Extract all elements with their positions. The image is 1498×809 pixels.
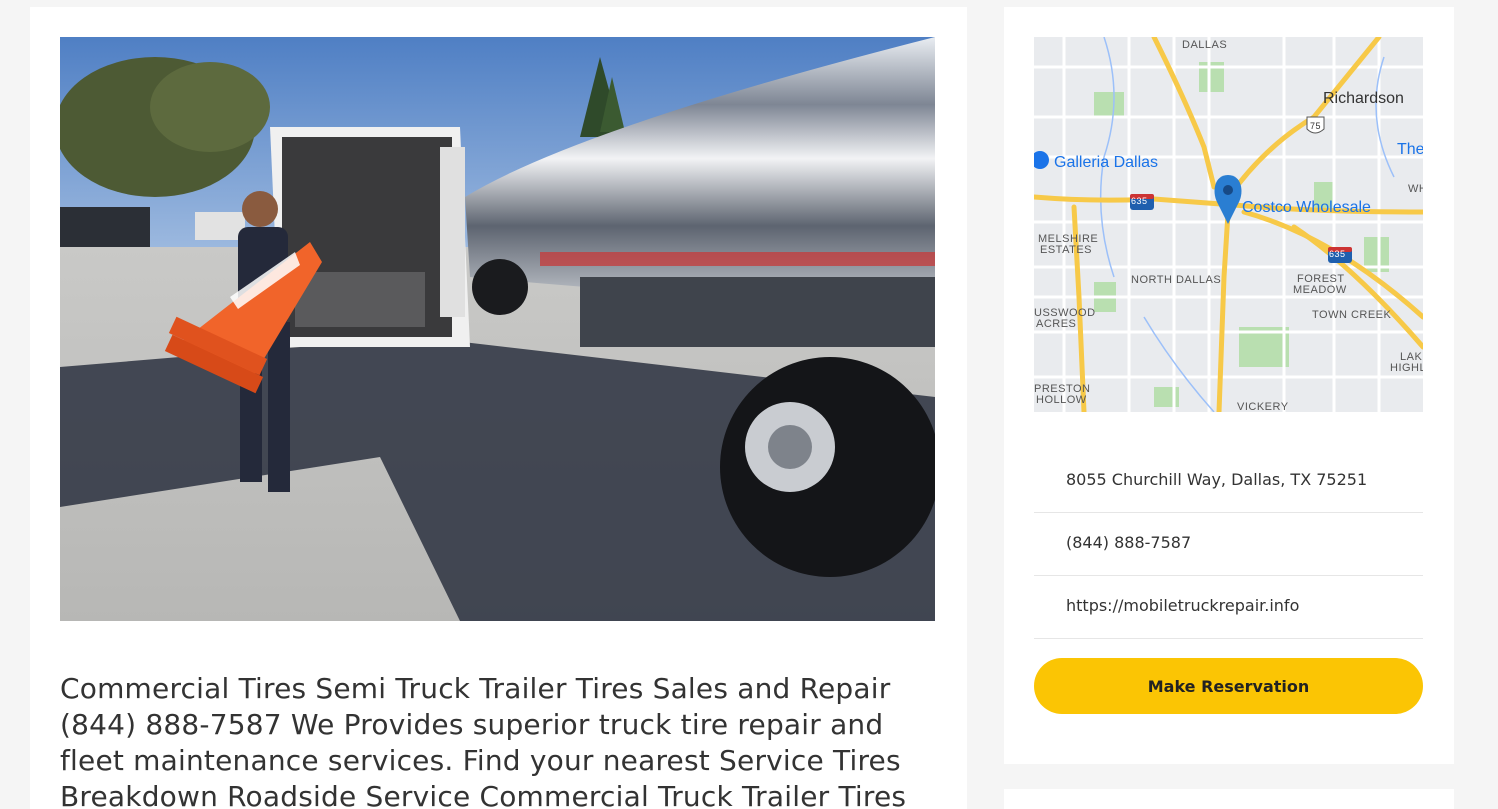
- address-text: 8055 Churchill Way, Dallas, TX 75251: [1066, 470, 1368, 489]
- map-label-richardson: Richardson: [1323, 90, 1404, 107]
- website-row[interactable]: https://mobiletruckrepair.info: [1034, 576, 1423, 639]
- hero-photo-illustration: [60, 37, 935, 621]
- sidebar-card-secondary: [1004, 789, 1454, 809]
- phone-row[interactable]: (844) 888-7587: [1034, 513, 1423, 576]
- map-label-costco-wholesale: Costco Wholesale: [1242, 199, 1371, 216]
- business-description: Commercial Tires Semi Truck Trailer Tire…: [60, 672, 907, 809]
- map-label-town-creek: TOWN CREEK: [1312, 309, 1392, 321]
- map-label-galleria-dallas: Galleria Dallas: [1054, 154, 1159, 171]
- phone-text[interactable]: (844) 888-7587: [1066, 533, 1191, 552]
- map-label-shield-635a: 635: [1131, 196, 1148, 206]
- sidebar-card: DALLAS Richardson 75 Galleria Dallas The…: [1004, 7, 1454, 764]
- map-label-north-dallas: NORTH DALLAS: [1131, 274, 1222, 286]
- map-label-wh: WH: [1408, 183, 1423, 195]
- main-card: Commercial Tires Semi Truck Trailer Tire…: [30, 7, 967, 809]
- address-row: 8055 Churchill Way, Dallas, TX 75251: [1034, 450, 1423, 513]
- map-label-hollow: HOLLOW: [1036, 394, 1087, 406]
- map-label-shield-75: 75: [1310, 121, 1322, 131]
- website-link[interactable]: https://mobiletruckrepair.info: [1066, 596, 1299, 615]
- location-map[interactable]: DALLAS Richardson 75 Galleria Dallas The…: [1034, 37, 1423, 412]
- map-label-meadow: MEADOW: [1293, 284, 1347, 296]
- map-label-acres: ACRES: [1036, 318, 1077, 330]
- map-label-highla: HIGHLA: [1390, 362, 1423, 374]
- map-label-vickery: VICKERY: [1237, 401, 1289, 412]
- make-reservation-button[interactable]: Make Reservation: [1034, 658, 1423, 714]
- map-label-shield-635b: 635: [1329, 249, 1346, 259]
- map-label-the: The: [1397, 141, 1423, 158]
- map-label-estates: ESTATES: [1040, 244, 1092, 256]
- map-label-dallas: DALLAS: [1182, 39, 1228, 51]
- hero-photo: [60, 37, 935, 621]
